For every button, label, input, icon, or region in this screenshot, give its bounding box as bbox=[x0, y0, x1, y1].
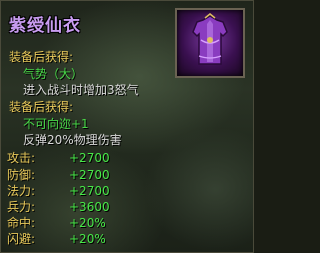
bonus-line: 进入战斗时增加3怒气 bbox=[23, 83, 139, 97]
item-name: 紫绶仙衣 bbox=[9, 16, 81, 36]
stat-value: +2700 bbox=[69, 151, 110, 165]
bonus-line: 不可向迩+1 bbox=[23, 117, 89, 131]
stat-value: +2700 bbox=[69, 184, 110, 198]
stat-label: 命中: bbox=[7, 216, 36, 230]
purple-robe-icon bbox=[192, 13, 228, 65]
stat-row: 法力: +2700 bbox=[7, 184, 147, 198]
stat-row: 攻击: +2700 bbox=[7, 151, 147, 165]
stat-value: +20% bbox=[69, 216, 106, 230]
stat-row: 命中: +20% bbox=[7, 216, 147, 230]
item-slot[interactable] bbox=[175, 8, 245, 78]
stat-row: 闪避: +20% bbox=[7, 232, 147, 246]
stat-value: +3600 bbox=[69, 200, 110, 214]
stat-label: 防御: bbox=[7, 168, 36, 182]
stat-label: 法力: bbox=[7, 184, 36, 198]
bonus-line: 气势（大） bbox=[23, 67, 84, 81]
stat-label: 攻击: bbox=[7, 151, 36, 165]
equip-bonus-header: 装备后获得: bbox=[9, 50, 74, 64]
stat-label: 闪避: bbox=[7, 232, 36, 246]
stat-row: 兵力: +3600 bbox=[7, 200, 147, 214]
stat-value: +2700 bbox=[69, 168, 110, 182]
stat-label: 兵力: bbox=[7, 200, 36, 214]
stat-row: 防御: +2700 bbox=[7, 168, 147, 182]
equip-bonus-header: 装备后获得: bbox=[9, 100, 74, 114]
stat-value: +20% bbox=[69, 232, 106, 246]
item-tooltip: 紫绶仙衣 装备后获得: 气势（大） 进入战斗时增加3怒气 装备后获得: 不可向迩… bbox=[0, 0, 254, 253]
bonus-line: 反弹20%物理伤害 bbox=[23, 133, 122, 147]
